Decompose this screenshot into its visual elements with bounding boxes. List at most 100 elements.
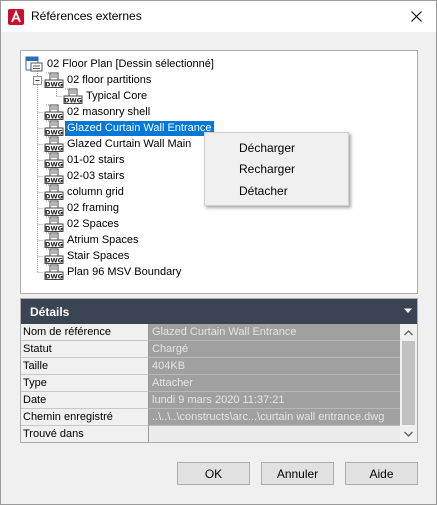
cancel-button[interactable]: Annuler <box>261 462 334 485</box>
scroll-up-arrow[interactable] <box>400 324 417 341</box>
tree-item[interactable]: DWG column grid <box>44 184 126 200</box>
dwg-file-icon: DWG <box>44 136 64 152</box>
tree-item-label: Plan 96 MSV Boundary <box>67 265 182 278</box>
details-title: Détails <box>30 304 70 319</box>
dwg-file-icon: DWG <box>44 104 64 120</box>
dwg-file-icon: DWG <box>44 72 64 88</box>
xref-dialog: Références externes 02 Floor Plan [Dessi… <box>0 0 437 505</box>
tree-item-label: 01-02 stairs <box>67 153 125 166</box>
tree-item-label: 02-03 stairs <box>67 169 125 182</box>
ok-button[interactable]: OK <box>177 462 250 485</box>
details-key: Nom de référence <box>21 324 149 341</box>
dwg-file-icon: DWG <box>44 264 64 280</box>
menu-item-detach[interactable]: Détacher <box>206 181 347 202</box>
tree-item-label: Stair Spaces <box>67 249 130 262</box>
dwg-file-icon: DWG <box>44 216 64 232</box>
dwg-file-icon: DWG <box>63 88 83 104</box>
details-row: Nom de référence Glazed Curtain Wall Entr… <box>21 324 401 341</box>
tree-item-label: 02 framing <box>67 201 119 214</box>
details-value: lundi 9 mars 2020 11:37:21 <box>149 392 401 409</box>
dwg-icon-text: DWG <box>45 209 63 217</box>
tree-item[interactable]: DWG Glazed Curtain Wall Entrance <box>44 119 215 137</box>
tree-item-label: column grid <box>67 185 124 198</box>
details-row: Taille 404KB <box>21 358 401 375</box>
tree-root-label: 02 Floor Plan [Dessin sélectionné] <box>47 57 214 70</box>
dwg-file-icon: DWG <box>44 200 64 216</box>
details-value: Glazed Curtain Wall Entrance <box>149 324 401 341</box>
tree-item[interactable]: DWG 01-02 stairs <box>44 152 126 168</box>
tree-item[interactable]: DWG 02 masonry shell <box>44 104 152 120</box>
details-row: Chemin enregistré ..\..\..\constructs\arc… <box>21 409 401 426</box>
tree-item-label: 02 floor partitions <box>67 73 152 86</box>
tree-root[interactable]: 02 Floor Plan [Dessin sélectionné] <box>25 56 216 72</box>
details-key: Statut <box>21 341 149 358</box>
details-value: Chargé <box>149 341 401 358</box>
details-scrollbar[interactable] <box>400 324 417 442</box>
details-header[interactable]: Détails <box>21 299 417 324</box>
dwg-icon-text: DWG <box>45 113 63 121</box>
dwg-icon-text: DWG <box>45 161 63 169</box>
tree-item[interactable]: DWG Typical Core <box>63 88 149 104</box>
dwg-icon-text: DWG <box>45 273 63 281</box>
xref-root-icon <box>25 56 43 72</box>
dwg-icon-text: DWG <box>45 225 63 233</box>
dwg-file-icon: DWG <box>44 168 64 184</box>
collapse-chevron-icon[interactable] <box>403 307 413 315</box>
autocad-logo-icon <box>8 9 24 25</box>
dwg-icon-text: DWG <box>45 193 63 201</box>
tree-item-label: Typical Core <box>86 89 148 102</box>
menu-item-reload[interactable]: Recharger <box>206 159 347 180</box>
dwg-file-icon: DWG <box>44 152 64 168</box>
tree-item-label: 02 Spaces <box>67 217 119 230</box>
details-value: ..\..\..\constructs\arc...\curtain wall … <box>149 409 401 426</box>
dwg-file-icon: DWG <box>44 120 64 136</box>
details-value <box>149 426 401 442</box>
details-row: Type Attacher <box>21 375 401 392</box>
details-value: Attacher <box>149 375 401 392</box>
details-row: Date lundi 9 mars 2020 11:37:21 <box>21 392 401 409</box>
tree-item[interactable]: DWG Glazed Curtain Wall Main <box>44 136 193 152</box>
tree-item[interactable]: DWG 02 floor partitions <box>44 72 153 88</box>
details-key: Chemin enregistré <box>21 409 149 426</box>
chevron-down-icon <box>404 431 413 437</box>
dwg-icon-text: DWG <box>45 145 63 153</box>
dwg-icon-text: DWG <box>45 257 63 265</box>
details-row: Statut Chargé <box>21 341 401 358</box>
dwg-file-icon: DWG <box>44 248 64 264</box>
tree-item[interactable]: DWG 02 Spaces <box>44 216 121 232</box>
dwg-icon-text: DWG <box>64 97 82 105</box>
tree-item-label: Glazed Curtain Wall Main <box>67 137 192 150</box>
close-icon <box>410 11 422 22</box>
details-key: Date <box>21 392 149 409</box>
tree-item[interactable]: DWG Plan 96 MSV Boundary <box>44 264 183 280</box>
scroll-thumb[interactable] <box>402 341 415 425</box>
details-key: Trouvé dans <box>21 426 149 442</box>
details-key: Type <box>21 375 149 392</box>
tree-item-label: 02 masonry shell <box>67 105 151 118</box>
details-value: 404KB <box>149 358 401 375</box>
dwg-icon-text: DWG <box>45 129 63 137</box>
dwg-file-icon: DWG <box>44 184 64 200</box>
tree-item[interactable]: DWG Stair Spaces <box>44 248 131 264</box>
help-button[interactable]: Aide <box>345 462 418 485</box>
tree-item[interactable]: DWG 02 framing <box>44 200 121 216</box>
dwg-icon-text: DWG <box>45 81 63 89</box>
details-row: Trouvé dans <box>21 426 401 442</box>
menu-item-unload[interactable]: Décharger <box>206 138 347 159</box>
tree-item[interactable]: DWG 02-03 stairs <box>44 168 126 184</box>
dwg-file-icon: DWG <box>44 232 64 248</box>
tree-item-label: Glazed Curtain Wall Entrance <box>64 119 215 137</box>
tree-item-label: Atrium Spaces <box>67 233 139 246</box>
window-title: Références externes <box>31 9 142 23</box>
scroll-down-arrow[interactable] <box>400 425 417 442</box>
details-key: Taille <box>21 358 149 375</box>
dwg-icon-text: DWG <box>45 241 63 249</box>
context-menu: Décharger Recharger Détacher <box>204 132 349 206</box>
details-grid: Nom de référence Glazed Curtain Wall Entr… <box>21 324 401 442</box>
close-button[interactable] <box>396 1 436 32</box>
details-panel: Détails Nom de référence Glazed Curtain W… <box>20 298 418 443</box>
title-bar: Références externes <box>1 1 436 32</box>
dwg-icon-text: DWG <box>45 177 63 185</box>
chevron-up-icon <box>404 329 413 335</box>
tree-item[interactable]: DWG Atrium Spaces <box>44 232 141 248</box>
